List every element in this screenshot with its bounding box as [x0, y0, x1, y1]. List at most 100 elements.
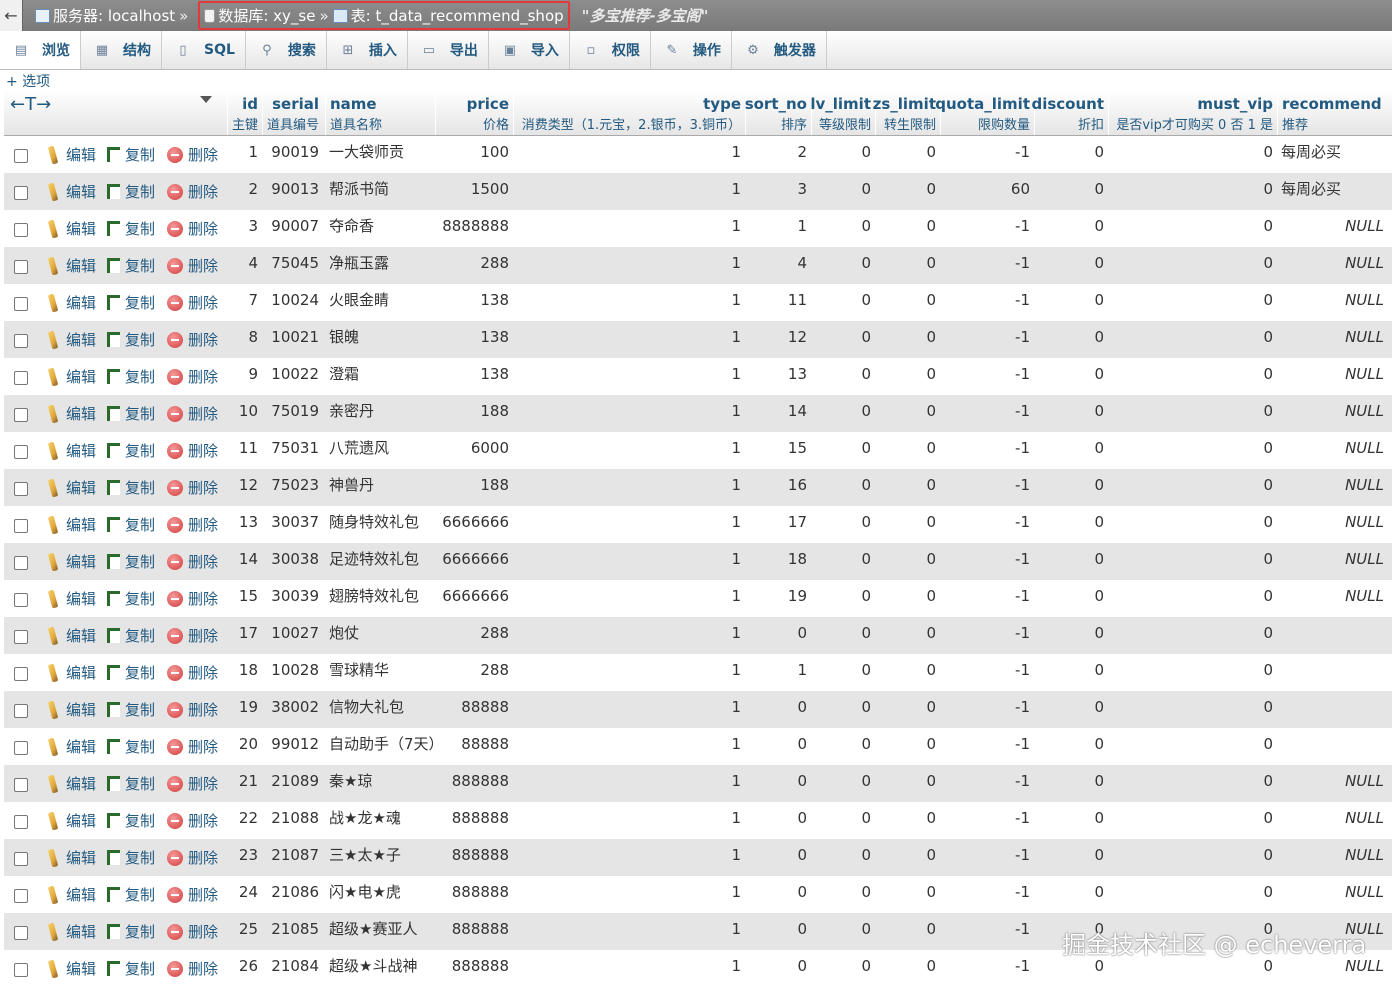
cell-quota-limit[interactable]: -1: [940, 765, 1034, 802]
cell-name[interactable]: 闪★电★虎: [325, 876, 435, 913]
cell-quota-limit[interactable]: -1: [940, 543, 1034, 580]
cell-must-vip[interactable]: 0: [1108, 617, 1277, 654]
cell-zs-limit[interactable]: 0: [875, 173, 940, 210]
cell-type[interactable]: 1: [513, 469, 745, 506]
copy-link[interactable]: 复制: [107, 691, 155, 728]
column-header-name[interactable]: name 道具名称: [325, 90, 435, 135]
cell-name[interactable]: 帮派书简: [325, 173, 435, 210]
cell-serial[interactable]: 21089: [262, 765, 323, 802]
cell-lv-limit[interactable]: 0: [811, 654, 875, 691]
cell-must-vip[interactable]: 0: [1108, 506, 1277, 543]
cell-serial[interactable]: 30037: [262, 506, 323, 543]
cell-recommend[interactable]: NULL: [1277, 876, 1388, 913]
cell-recommend[interactable]: NULL: [1277, 469, 1388, 506]
cell-quota-limit[interactable]: -1: [940, 913, 1034, 950]
cell-lv-limit[interactable]: 0: [811, 210, 875, 247]
cell-zs-limit[interactable]: 0: [875, 913, 940, 950]
cell-recommend[interactable]: NULL: [1277, 506, 1388, 543]
cell-lv-limit[interactable]: 0: [811, 247, 875, 284]
cell-recommend[interactable]: NULL: [1277, 395, 1388, 432]
cell-type[interactable]: 1: [513, 395, 745, 432]
cell-sort-no[interactable]: 17: [745, 506, 811, 543]
cell-quota-limit[interactable]: -1: [940, 321, 1034, 358]
cell-discount[interactable]: 0: [1034, 469, 1108, 506]
cell-serial[interactable]: 38002: [262, 691, 323, 728]
edit-link[interactable]: 编辑: [44, 876, 96, 913]
cell-price[interactable]: 188: [435, 469, 513, 506]
copy-link[interactable]: 复制: [107, 321, 155, 358]
cell-type[interactable]: 1: [513, 802, 745, 839]
cell-lv-limit[interactable]: 0: [811, 691, 875, 728]
cell-quota-limit[interactable]: -1: [940, 839, 1034, 876]
delete-link[interactable]: 删除: [167, 802, 218, 839]
cell-sort-no[interactable]: 4: [745, 247, 811, 284]
cell-sort-no[interactable]: 18: [745, 543, 811, 580]
tab-insert[interactable]: ⊞ 插入: [327, 31, 408, 69]
cell-serial[interactable]: 21085: [262, 913, 323, 950]
cell-quota-limit[interactable]: -1: [940, 469, 1034, 506]
cell-discount[interactable]: 0: [1034, 321, 1108, 358]
cell-zs-limit[interactable]: 0: [875, 580, 940, 617]
cell-type[interactable]: 1: [513, 173, 745, 210]
cell-lv-limit[interactable]: 0: [811, 321, 875, 358]
cell-sort-no[interactable]: 0: [745, 728, 811, 765]
row-checkbox[interactable]: [14, 260, 28, 274]
cell-serial[interactable]: 10021: [262, 321, 323, 358]
cell-sort-no[interactable]: 0: [745, 802, 811, 839]
cell-sort-no[interactable]: 14: [745, 395, 811, 432]
cell-name[interactable]: 自动助手（7天）: [325, 728, 444, 765]
copy-link[interactable]: 复制: [107, 210, 155, 247]
cell-serial[interactable]: 90019: [262, 136, 323, 173]
cell-price[interactable]: 6666666: [435, 543, 513, 580]
edit-link[interactable]: 编辑: [44, 321, 96, 358]
cell-lv-limit[interactable]: 0: [811, 765, 875, 802]
column-header-must-vip[interactable]: must_vip 是否vip才可购买 0 否 1 是: [1108, 90, 1277, 135]
cell-must-vip[interactable]: 0: [1108, 321, 1277, 358]
cell-id[interactable]: 21: [227, 765, 262, 802]
row-checkbox[interactable]: [14, 519, 28, 533]
edit-link[interactable]: 编辑: [44, 839, 96, 876]
cell-quota-limit[interactable]: -1: [940, 580, 1034, 617]
cell-lv-limit[interactable]: 0: [811, 802, 875, 839]
delete-link[interactable]: 删除: [167, 765, 218, 802]
cell-must-vip[interactable]: 0: [1108, 654, 1277, 691]
edit-link[interactable]: 编辑: [44, 173, 96, 210]
delete-link[interactable]: 删除: [167, 580, 218, 617]
edit-link[interactable]: 编辑: [44, 654, 96, 691]
cell-name[interactable]: 三★太★子: [325, 839, 435, 876]
cell-id[interactable]: 8: [227, 321, 262, 358]
delete-link[interactable]: 删除: [167, 728, 218, 765]
edit-link[interactable]: 编辑: [44, 728, 96, 765]
cell-zs-limit[interactable]: 0: [875, 432, 940, 469]
cell-discount[interactable]: 0: [1034, 432, 1108, 469]
cell-name[interactable]: 亲密丹: [325, 395, 435, 432]
cell-name[interactable]: 随身特效礼包: [325, 506, 435, 543]
delete-link[interactable]: 删除: [167, 617, 218, 654]
cell-name[interactable]: 八荒遗风: [325, 432, 435, 469]
copy-link[interactable]: 复制: [107, 580, 155, 617]
cell-recommend[interactable]: NULL: [1277, 543, 1388, 580]
copy-link[interactable]: 复制: [107, 765, 155, 802]
row-checkbox[interactable]: [14, 408, 28, 422]
row-checkbox[interactable]: [14, 704, 28, 718]
cell-sort-no[interactable]: 2: [745, 136, 811, 173]
cell-quota-limit[interactable]: -1: [940, 728, 1034, 765]
copy-link[interactable]: 复制: [107, 802, 155, 839]
delete-link[interactable]: 删除: [167, 469, 218, 506]
cell-must-vip[interactable]: 0: [1108, 839, 1277, 876]
cell-name[interactable]: 神兽丹: [325, 469, 435, 506]
cell-quota-limit[interactable]: -1: [940, 950, 1034, 987]
column-header-lv-limit[interactable]: lv_limit 等级限制: [810, 90, 875, 135]
copy-link[interactable]: 复制: [107, 358, 155, 395]
column-header-id[interactable]: id 主键: [227, 90, 262, 135]
cell-price[interactable]: 1500: [435, 173, 513, 210]
edit-link[interactable]: 编辑: [44, 765, 96, 802]
cell-sort-no[interactable]: 0: [745, 839, 811, 876]
cell-lv-limit[interactable]: 0: [811, 469, 875, 506]
column-header-serial[interactable]: serial 道具编号: [262, 90, 323, 135]
cell-must-vip[interactable]: 0: [1108, 543, 1277, 580]
cell-id[interactable]: 17: [227, 617, 262, 654]
cell-recommend[interactable]: NULL: [1277, 765, 1388, 802]
cell-quota-limit[interactable]: -1: [940, 506, 1034, 543]
cell-zs-limit[interactable]: 0: [875, 321, 940, 358]
